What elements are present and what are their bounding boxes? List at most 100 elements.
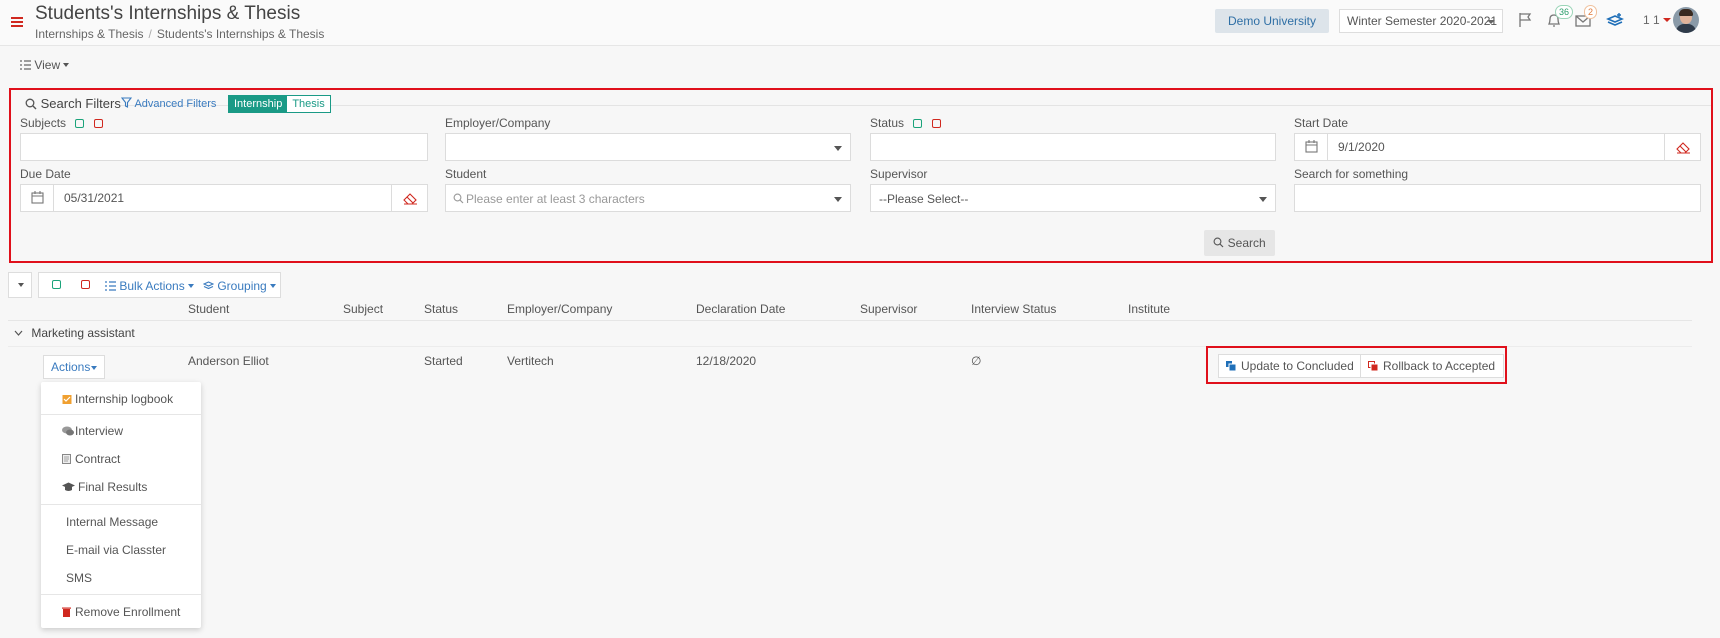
update-to-concluded-button[interactable]: Update to Concluded	[1218, 354, 1363, 378]
column-header-student[interactable]: Student	[188, 302, 229, 316]
chevron-down-icon	[1487, 20, 1495, 24]
student-placeholder: Please enter at least 3 characters	[466, 192, 645, 206]
rollback-to-accepted-button[interactable]: Rollback to Accepted	[1360, 354, 1505, 378]
student-search-input[interactable]: Please enter at least 3 characters	[445, 184, 851, 212]
status-input[interactable]	[870, 133, 1276, 161]
layers-icon	[203, 280, 214, 291]
select-all-icon[interactable]	[52, 280, 61, 289]
internship-thesis-toggle[interactable]: Internship Thesis	[228, 95, 331, 113]
divider	[41, 504, 201, 505]
chevron-down-icon	[63, 63, 70, 67]
clear-status-icon[interactable]	[931, 119, 941, 129]
due-date-label: Due Date	[20, 167, 71, 181]
search-something-input[interactable]	[1294, 184, 1701, 212]
column-header-supervisor[interactable]: Supervisor	[860, 302, 917, 316]
eraser-icon[interactable]	[1664, 134, 1700, 160]
select-dropdown-button[interactable]	[8, 272, 32, 298]
hamburger-menu-icon[interactable]	[11, 17, 23, 27]
divider	[41, 594, 201, 595]
student-label: Student	[445, 167, 487, 181]
menu-item-sms[interactable]: SMS	[41, 571, 201, 585]
subjects-label-text: Subjects	[20, 116, 67, 130]
top-header: Students's Internships & Thesis Internsh…	[0, 0, 1720, 46]
view-label: View	[34, 58, 61, 72]
search-something-label: Search for something	[1294, 167, 1409, 181]
column-header-subject[interactable]: Subject	[343, 302, 383, 316]
status-label-text: Status	[870, 116, 905, 130]
bulk-actions-dropdown[interactable]: Bulk Actions	[105, 279, 195, 293]
search-button[interactable]: Search	[1204, 230, 1275, 256]
menu-item-email-classter[interactable]: E-mail via Classter	[41, 543, 201, 557]
user-label[interactable]: 1 1	[1643, 13, 1660, 27]
deselect-all-icon[interactable]	[81, 280, 90, 289]
bell-icon[interactable]: 36	[1545, 5, 1574, 31]
graduation-cap-icon	[62, 482, 75, 492]
toggle-internship[interactable]: Internship	[229, 96, 288, 112]
group-label: Marketing assistant	[31, 326, 135, 340]
due-date-field[interactable]: 05/31/2021	[20, 184, 428, 212]
actions-label: Actions	[51, 360, 91, 374]
menu-item-label: Remove Enrollment	[75, 605, 181, 619]
menu-item-internship-logbook[interactable]: Internship logbook	[41, 392, 201, 406]
notifications-badge: 36	[1555, 5, 1574, 19]
due-date-value: 05/31/2021	[64, 191, 125, 205]
rollback-to-accepted-label: Rollback to Accepted	[1383, 359, 1496, 373]
column-header-status[interactable]: Status	[424, 302, 458, 316]
toggle-thesis[interactable]: Thesis	[287, 96, 330, 112]
column-header-interview-status[interactable]: Interview Status	[971, 302, 1056, 316]
chevron-down-icon	[270, 284, 277, 288]
eraser-icon[interactable]	[391, 185, 427, 211]
semester-select[interactable]: Winter Semester 2020-2021	[1339, 9, 1503, 33]
select-all-status-icon[interactable]	[913, 119, 923, 129]
university-button[interactable]: Demo University	[1215, 9, 1329, 33]
calendar-icon[interactable]	[1295, 134, 1328, 160]
column-header-declaration-date[interactable]: Declaration Date	[696, 302, 785, 316]
avatar[interactable]	[1673, 7, 1699, 33]
breadcrumb-item[interactable]: Internships & Thesis	[35, 27, 144, 41]
view-dropdown[interactable]: View	[20, 58, 70, 72]
layers-icon[interactable]	[1606, 11, 1626, 31]
menu-item-remove-enrollment[interactable]: Remove Enrollment	[41, 605, 201, 619]
menu-item-final-results[interactable]: Final Results	[41, 480, 201, 494]
advanced-filters-link[interactable]: Advanced Filters	[121, 97, 216, 110]
filter-icon	[121, 97, 132, 108]
flag-icon[interactable]	[1516, 11, 1536, 31]
chat-icon	[62, 426, 74, 436]
supervisor-select[interactable]: --Please Select--	[870, 184, 1276, 212]
user-chevron-down-icon[interactable]	[1663, 18, 1671, 22]
mail-icon[interactable]: 2	[1574, 5, 1598, 31]
page-title: Students's Internships & Thesis	[35, 3, 301, 24]
messages-badge: 2	[1584, 5, 1598, 19]
group-row[interactable]: Marketing assistant	[14, 326, 135, 340]
employer-select[interactable]	[445, 133, 851, 161]
search-filters-label: Search Filters	[40, 96, 121, 111]
menu-item-label: Final Results	[78, 480, 148, 494]
menu-item-interview[interactable]: Interview	[41, 424, 201, 438]
menu-item-contract[interactable]: Contract	[41, 452, 201, 466]
calendar-icon[interactable]	[21, 185, 54, 211]
cell-student[interactable]: Anderson Elliot	[188, 354, 269, 368]
cell-interview-status: ∅	[971, 354, 982, 368]
chevron-down-icon	[188, 284, 195, 288]
grouping-dropdown[interactable]: Grouping	[203, 279, 277, 293]
copy-icon	[1368, 361, 1378, 371]
actions-dropdown-button[interactable]: Actions	[43, 355, 105, 379]
advanced-filters-label: Advanced Filters	[134, 98, 217, 110]
start-date-field[interactable]: 9/1/2020	[1294, 133, 1701, 161]
column-header-institute[interactable]: Institute	[1128, 302, 1170, 316]
divider	[121, 105, 1711, 106]
column-header-employer[interactable]: Employer/Company	[507, 302, 612, 316]
actions-menu: Internship logbook Interview Contract Fi…	[41, 382, 201, 628]
menu-item-label: Contract	[75, 452, 121, 466]
menu-item-internal-message[interactable]: Internal Message	[41, 515, 201, 529]
clear-subjects-icon[interactable]	[93, 119, 103, 129]
subjects-input[interactable]	[20, 133, 428, 161]
chevron-down-icon	[1259, 197, 1267, 202]
divider	[41, 414, 201, 415]
table-toolbar: Bulk Actions Grouping	[38, 272, 281, 298]
select-all-subjects-icon[interactable]	[75, 119, 85, 129]
chevron-down-icon	[834, 146, 842, 151]
menu-item-label: Internship logbook	[75, 392, 174, 406]
search-filters-panel: Search Filters Advanced Filters Internsh…	[9, 88, 1713, 263]
search-icon	[453, 193, 464, 204]
